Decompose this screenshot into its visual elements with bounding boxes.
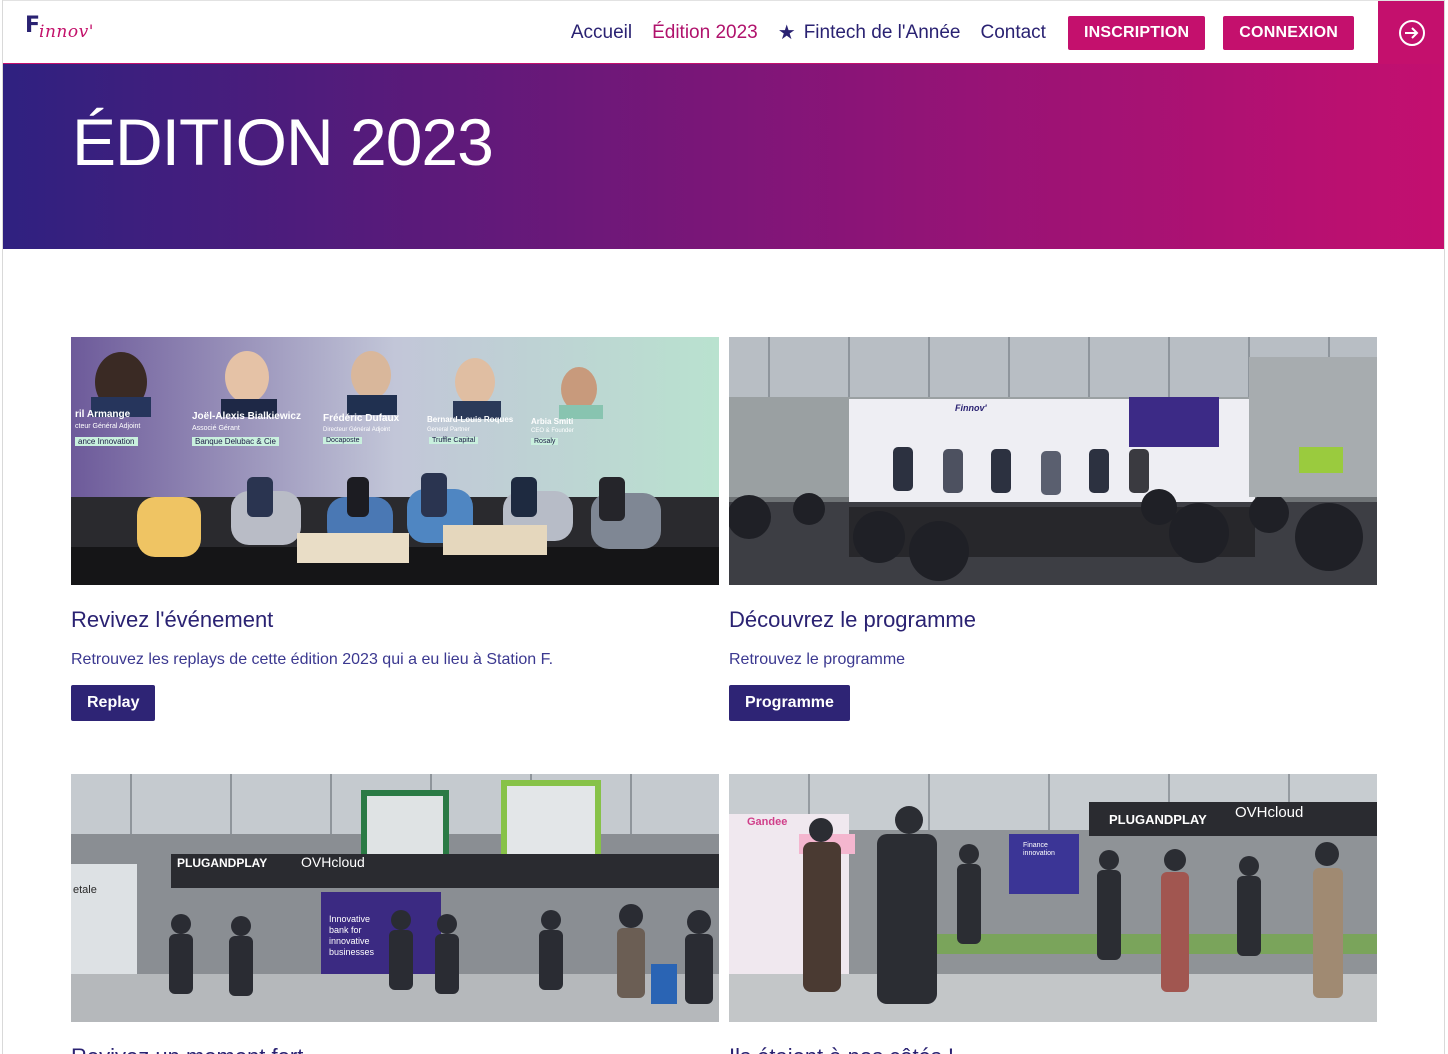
speaker-org-2: Banque Delubac & Cie xyxy=(192,437,279,446)
speaker-org-5: Rosaly xyxy=(531,438,559,445)
inscription-button[interactable]: INSCRIPTION xyxy=(1067,16,1206,50)
hero-banner: ÉDITION 2023 xyxy=(3,64,1444,249)
login-button[interactable] xyxy=(1378,1,1444,65)
card-moment: PLUGANDPLAY OVHcloud Innovative bank for… xyxy=(71,774,719,1054)
photo-panel-audience: Finnov' xyxy=(729,337,1377,585)
speaker-org-1: ance Innovation xyxy=(75,437,138,446)
main-nav: Accueil Édition 2023 ★ Fintech de l'Anné… xyxy=(571,1,1354,65)
speaker-role-4: General Partner xyxy=(427,427,470,433)
card-title-partenaires: Ils étaient à nos côtés ! xyxy=(729,1044,1377,1054)
speaker-org-3: Docaposte xyxy=(323,437,363,444)
logo-text: innov' xyxy=(39,22,94,42)
nav-item-contact[interactable]: Contact xyxy=(980,22,1045,44)
card-text-replay: Retrouvez les replays de cette édition 2… xyxy=(71,651,554,668)
speaker-name-2: Joël-Alexis Bialkiewicz xyxy=(192,411,301,422)
card-title-programme: Découvrez le programme xyxy=(729,607,976,632)
navbar: F innov' Accueil Édition 2023 ★ Fintech … xyxy=(3,0,1444,66)
sign-in-icon xyxy=(1399,20,1425,46)
sign-ovhcloud: OVHcloud xyxy=(301,854,365,870)
nav-item-edition-2023[interactable]: Édition 2023 xyxy=(652,22,758,44)
card-text-programme: Retrouvez le programme xyxy=(729,651,906,668)
connexion-button[interactable]: CONNEXION xyxy=(1223,16,1354,50)
speaker-name-1: ril Armange xyxy=(75,409,131,420)
page-title: ÉDITION 2023 xyxy=(72,105,494,179)
sign-gandee: Gandee xyxy=(747,816,788,828)
replay-button[interactable]: Replay xyxy=(71,685,156,721)
speaker-name-4: Bernard-Louis Roques xyxy=(427,415,514,424)
sign-plug-and-play-2: PLUGANDPLAY xyxy=(1109,812,1207,827)
photo-stands-crowd: PLUGANDPLAY OVHcloud Gandee Finance inno… xyxy=(729,774,1377,1022)
card-programme: Finnov' Découvrez le programme Retrouvez… xyxy=(729,337,1377,721)
star-icon: ★ xyxy=(777,22,796,44)
programme-button[interactable]: Programme xyxy=(729,685,850,721)
photo-conference-stage: ril Armange cteur Général Adjoint ance I… xyxy=(71,337,719,585)
sign-innovative-bank: Innovative bank for innovative businesse… xyxy=(329,914,375,957)
logo-initial: F xyxy=(25,13,40,38)
nav-item-fintech-annee[interactable]: ★ Fintech de l'Année xyxy=(778,22,961,44)
speaker-name-3: Frédéric Dufaux xyxy=(323,413,400,424)
photo-exhibition-hall: PLUGANDPLAY OVHcloud Innovative bank for… xyxy=(71,774,719,1022)
speaker-org-4: Truffle Capital xyxy=(429,437,479,444)
sign-etale: etale xyxy=(73,884,97,896)
sign-ovhcloud-2: OVHcloud xyxy=(1235,804,1304,821)
card-title-replay: Revivez l'événement xyxy=(71,607,274,632)
site-logo[interactable]: F innov' xyxy=(25,15,94,45)
card-title-moment: Revivez un moment fort xyxy=(71,1044,719,1054)
card-replay: ril Armange cteur Général Adjoint ance I… xyxy=(71,337,719,721)
nav-item-fintech-label: Fintech de l'Année xyxy=(803,22,961,43)
speaker-role-1: cteur Général Adjoint xyxy=(75,423,141,430)
nav-item-accueil[interactable]: Accueil xyxy=(571,22,632,44)
speaker-role-2: Associé Gérant xyxy=(192,425,240,432)
speaker-role-3: Directeur Général Adjoint xyxy=(323,427,391,433)
sign-plug-and-play: PLUGANDPLAY xyxy=(177,856,268,870)
page: F innov' Accueil Édition 2023 ★ Fintech … xyxy=(2,0,1445,1054)
speaker-name-5: Arbia Smiti xyxy=(531,417,574,426)
sign-finance-innovation: Finance innovation xyxy=(1023,842,1055,857)
speaker-role-5: CEO & Founder xyxy=(531,428,574,434)
card-partenaires: PLUGANDPLAY OVHcloud Gandee Finance inno… xyxy=(729,774,1377,1054)
backdrop-logo-text: Finnov' xyxy=(955,403,987,413)
